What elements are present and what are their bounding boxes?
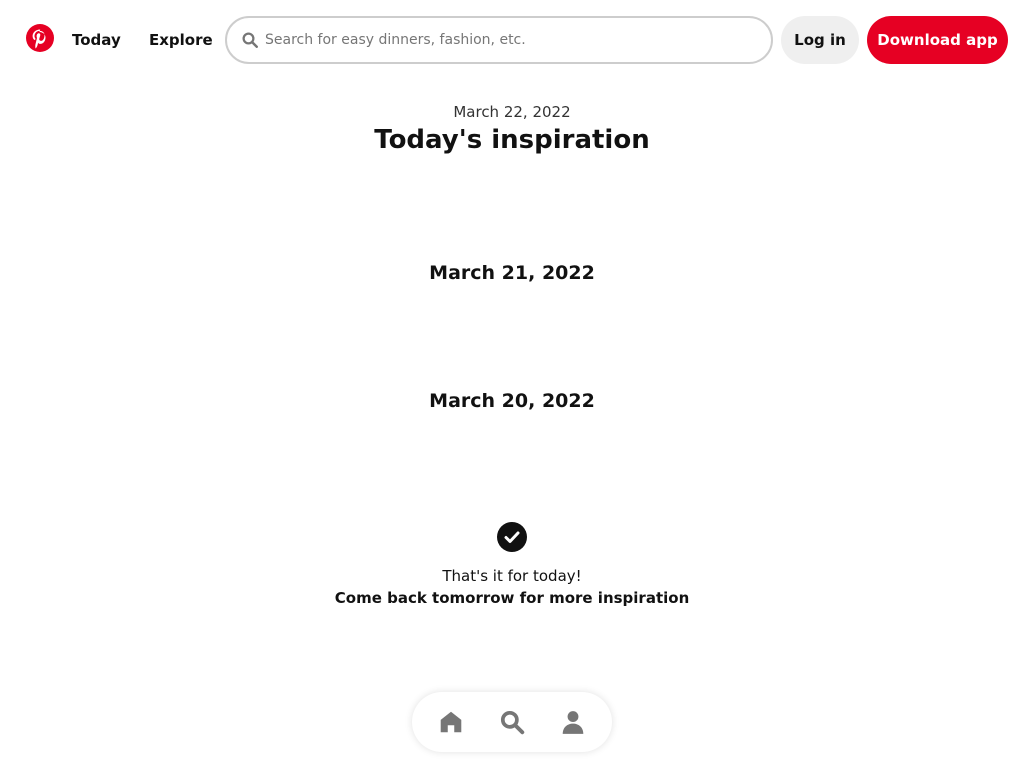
top-header: Today Explore Log in Download app bbox=[0, 0, 1024, 80]
login-button[interactable]: Log in bbox=[781, 16, 859, 64]
end-message: That's it for today! bbox=[442, 567, 582, 585]
nav-today[interactable]: Today bbox=[72, 28, 121, 52]
download-app-button[interactable]: Download app bbox=[867, 16, 1008, 64]
search-input[interactable] bbox=[265, 26, 755, 54]
search-icon bbox=[242, 32, 258, 48]
bottom-nav-bar bbox=[412, 692, 612, 752]
checkmark-circle-icon bbox=[497, 522, 527, 552]
profile-icon[interactable] bbox=[560, 709, 586, 735]
pinterest-logo-icon[interactable] bbox=[26, 24, 54, 52]
nav-explore[interactable]: Explore bbox=[149, 28, 213, 52]
home-icon[interactable] bbox=[438, 709, 464, 735]
today-date: March 22, 2022 bbox=[453, 103, 571, 121]
search-bar[interactable] bbox=[225, 16, 773, 64]
section-date: March 20, 2022 bbox=[429, 390, 595, 412]
search-icon[interactable] bbox=[499, 709, 525, 735]
section-date: March 21, 2022 bbox=[429, 262, 595, 284]
page-title: Today's inspiration bbox=[374, 125, 650, 155]
end-submessage: Come back tomorrow for more inspiration bbox=[334, 589, 690, 607]
